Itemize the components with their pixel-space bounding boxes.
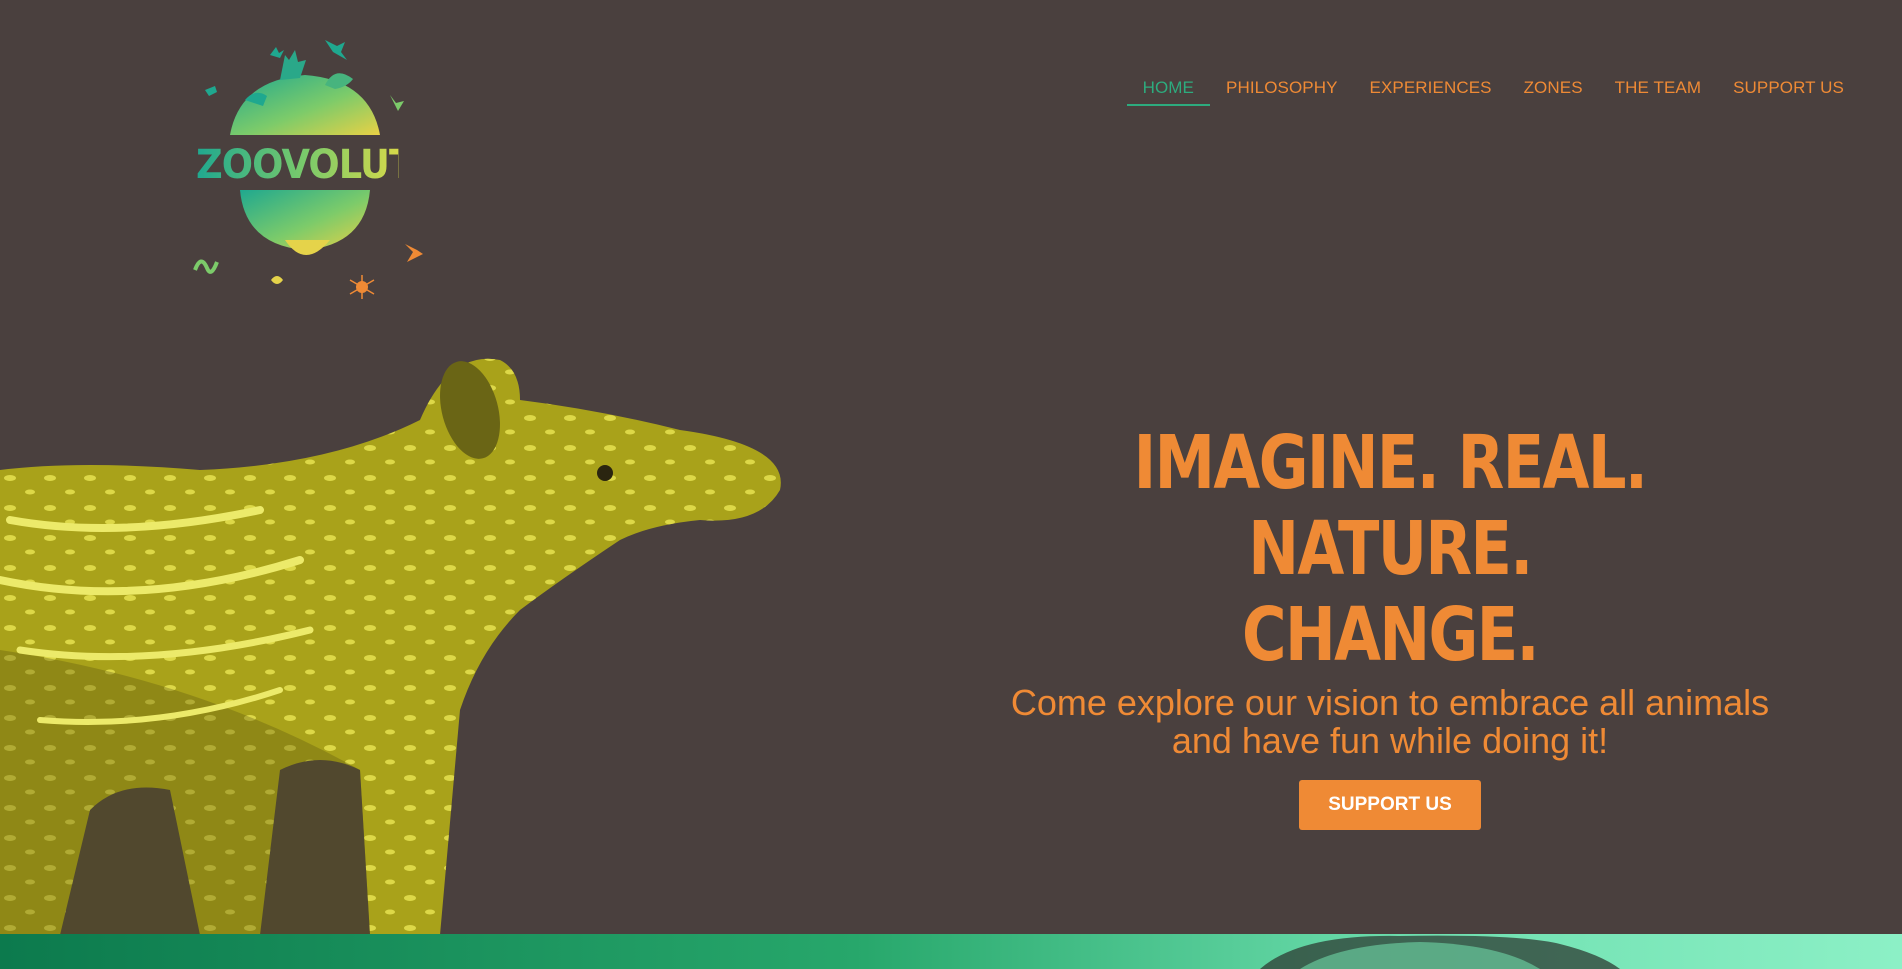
hero-headline-line2: CHANGE. [1242, 592, 1540, 678]
nav-item-philosophy[interactable]: PHILOSOPHY [1210, 78, 1354, 114]
bird-image [1260, 935, 1620, 969]
nav-item-the-team[interactable]: THE TEAM [1599, 78, 1717, 114]
nav-item-zones[interactable]: ZONES [1508, 78, 1599, 114]
main-nav: HOME PHILOSOPHY EXPERIENCES ZONES THE TE… [1126, 78, 1860, 114]
nav-item-support-us[interactable]: SUPPORT US [1717, 78, 1860, 114]
hero-headline-line1: IMAGINE. REAL. NATURE. [1133, 420, 1648, 592]
tapir-image [0, 358, 781, 935]
hero-headline: IMAGINE. REAL. NATURE. CHANGE. [1054, 420, 1726, 678]
support-us-button[interactable]: SUPPORT US [1299, 780, 1481, 830]
hero-subtitle: Come explore our vision to embrace all a… [1010, 682, 1770, 761]
logo-wordmark: ZOOVOLUTION [196, 142, 487, 188]
next-section-banner [0, 934, 1902, 969]
nav-item-experiences[interactable]: EXPERIENCES [1354, 78, 1508, 114]
hero-section: IMAGINE. REAL. NATURE. CHANGE. Come expl… [980, 420, 1800, 830]
nav-item-home[interactable]: HOME [1126, 78, 1211, 114]
site-logo[interactable]: ZOOVOLUTION [185, 30, 487, 305]
